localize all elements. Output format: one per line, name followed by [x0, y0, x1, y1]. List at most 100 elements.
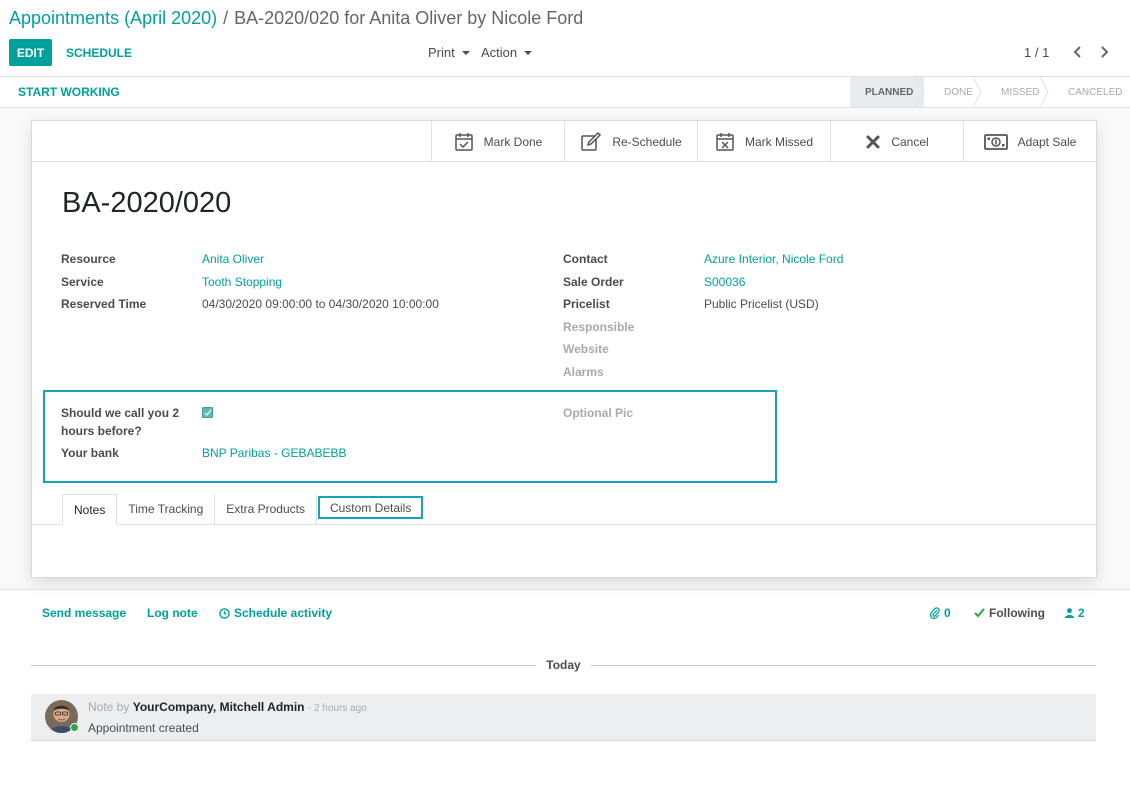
control-panel: Appointments (April 2020) / BA-2020/020 fo…	[0, 0, 1130, 77]
mark-done-button[interactable]: Mark Done	[431, 121, 564, 162]
tab-notes[interactable]: Notes	[62, 494, 118, 525]
paperclip-icon	[930, 607, 940, 619]
notebook-tabs: Notes Time Tracking Extra Products Custo…	[62, 494, 427, 525]
resource-label: Resource	[61, 252, 116, 266]
stage-missed[interactable]: MISSED	[981, 77, 1049, 107]
stage-label: DONE	[944, 86, 973, 98]
edit-button[interactable]: EDIT	[9, 39, 52, 66]
calendar-times-icon	[716, 132, 734, 151]
cancel-label: Cancel	[891, 134, 929, 149]
breadcrumb-parent-link[interactable]: Appointments (April 2020)	[9, 8, 217, 28]
following-label: Following	[989, 606, 1045, 620]
pricelist-label: Pricelist	[563, 297, 610, 311]
website-label: Website	[563, 342, 609, 356]
service-value[interactable]: Tooth Stopping	[202, 273, 282, 291]
mark-missed-button[interactable]: Mark Missed	[697, 121, 830, 162]
form-sheet: Mark Done Re-Schedule Mark Missed Cancel…	[31, 120, 1097, 578]
stage-planned[interactable]: PLANNED	[850, 77, 925, 107]
action-dropdown[interactable]: Action	[481, 45, 533, 60]
contact-label: Contact	[563, 252, 608, 266]
followers-count: 2	[1078, 606, 1085, 620]
following-button[interactable]: Following	[974, 606, 1045, 620]
sale-order-label: Sale Order	[563, 275, 624, 289]
call-before-checkbox[interactable]	[202, 407, 213, 418]
close-icon	[866, 135, 880, 148]
breadcrumb-separator: /	[223, 8, 229, 28]
date-separator-line-right	[591, 665, 1096, 666]
print-dropdown[interactable]: Print	[428, 45, 470, 60]
mark-done-label: Mark Done	[483, 134, 543, 149]
stage-done[interactable]: DONE	[924, 77, 982, 107]
statusbar: START WORKING PLANNED DONE MISSED CANCEL…	[0, 77, 1130, 108]
send-message-button[interactable]: Send message	[42, 606, 126, 620]
pencil-square-icon	[581, 131, 602, 151]
stage-arrow-icon	[916, 77, 925, 107]
checkmark-icon	[204, 409, 212, 416]
resource-value[interactable]: Anita Oliver	[202, 250, 264, 268]
call-before-label: Should we call you 2 hours before?	[61, 406, 180, 438]
log-note-button[interactable]: Log note	[147, 606, 198, 620]
date-separator-line-left	[31, 665, 536, 666]
calendar-check-icon	[454, 132, 473, 151]
service-label: Service	[61, 275, 104, 289]
chatter-message: Note by YourCompany, Mitchell Admin - 2 …	[31, 694, 1096, 741]
tab-custom-details[interactable]: Custom Details	[317, 496, 424, 519]
caret-down-icon	[461, 51, 470, 55]
schedule-activity-label: Schedule activity	[234, 606, 333, 620]
attachments-button[interactable]: 0	[930, 606, 951, 620]
alarms-label: Alarms	[563, 365, 604, 379]
money-icon	[983, 133, 1008, 150]
chevron-left-icon	[1073, 46, 1081, 58]
tab-time-tracking[interactable]: Time Tracking	[117, 494, 216, 525]
mark-missed-label: Mark Missed	[744, 134, 813, 149]
cancel-button[interactable]: Cancel	[830, 121, 963, 162]
user-icon	[1065, 608, 1074, 618]
optional-pic-label: Optional Pic	[563, 406, 634, 420]
tab-extra-products[interactable]: Extra Products	[215, 494, 317, 525]
stage-label: PLANNED	[865, 86, 914, 98]
adapt-sale-button[interactable]: Adapt Sale	[963, 121, 1096, 162]
date-separator: Today	[31, 657, 1096, 675]
message-body: Appointment created	[88, 721, 199, 735]
date-separator-label: Today	[546, 658, 581, 672]
message-type: Note by	[88, 700, 130, 714]
presence-indicator	[70, 723, 79, 732]
print-dropdown-label: Print	[428, 45, 455, 60]
pager-previous-button[interactable]	[1069, 42, 1087, 62]
responsible-label: Responsible	[563, 320, 635, 334]
reschedule-button[interactable]: Re-Schedule	[564, 121, 697, 162]
message-header: Note by YourCompany, Mitchell Admin - 2 …	[88, 700, 367, 714]
reserved-time-label: Reserved Time	[61, 297, 147, 311]
stage-pipeline: PLANNED DONE MISSED CANCELED	[850, 77, 1130, 107]
followers-button[interactable]: 2	[1065, 606, 1085, 620]
stage-canceled[interactable]: CANCELED	[1048, 77, 1130, 107]
pager-value[interactable]: 1 / 1	[1024, 45, 1049, 60]
chatter-topbar: Send message Log note Schedule activity …	[0, 600, 1130, 628]
attachments-count: 0	[944, 606, 951, 620]
pricelist-value: Public Pricelist (USD)	[704, 297, 819, 311]
schedule-button[interactable]: SCHEDULE	[60, 39, 138, 66]
message-author[interactable]: YourCompany, Mitchell Admin	[133, 700, 305, 714]
schedule-activity-button[interactable]: Schedule activity	[219, 606, 332, 620]
sale-order-value[interactable]: S00036	[704, 273, 745, 291]
breadcrumb: Appointments (April 2020) / BA-2020/020 fo…	[9, 8, 583, 29]
stage-label: CANCELED	[1068, 86, 1123, 98]
adapt-sale-label: Adapt Sale	[1017, 134, 1077, 149]
bank-value[interactable]: BNP Paribas - GEBABEBB	[202, 444, 347, 462]
start-working-button[interactable]: START WORKING	[18, 85, 120, 99]
pager-next-button[interactable]	[1095, 42, 1113, 62]
caret-down-icon	[524, 51, 533, 55]
contact-value[interactable]: Azure Interior, Nicole Ford	[704, 250, 843, 268]
smart-button-box: Mark Done Re-Schedule Mark Missed Cancel…	[32, 121, 1096, 162]
action-dropdown-label: Action	[481, 45, 518, 60]
chevron-right-icon	[1101, 46, 1109, 58]
record-title: BA-2020/020	[62, 187, 232, 219]
reserved-time-value: 04/30/2020 09:00:00 to 04/30/2020 10:00:…	[202, 297, 439, 311]
check-icon	[974, 608, 985, 618]
message-date: - 2 hours ago	[307, 703, 367, 714]
stage-arrow-icon	[1040, 77, 1049, 107]
stage-arrow-icon	[973, 77, 982, 107]
bank-label: Your bank	[61, 446, 119, 460]
clock-icon	[219, 607, 230, 619]
stage-label: MISSED	[1001, 86, 1040, 98]
